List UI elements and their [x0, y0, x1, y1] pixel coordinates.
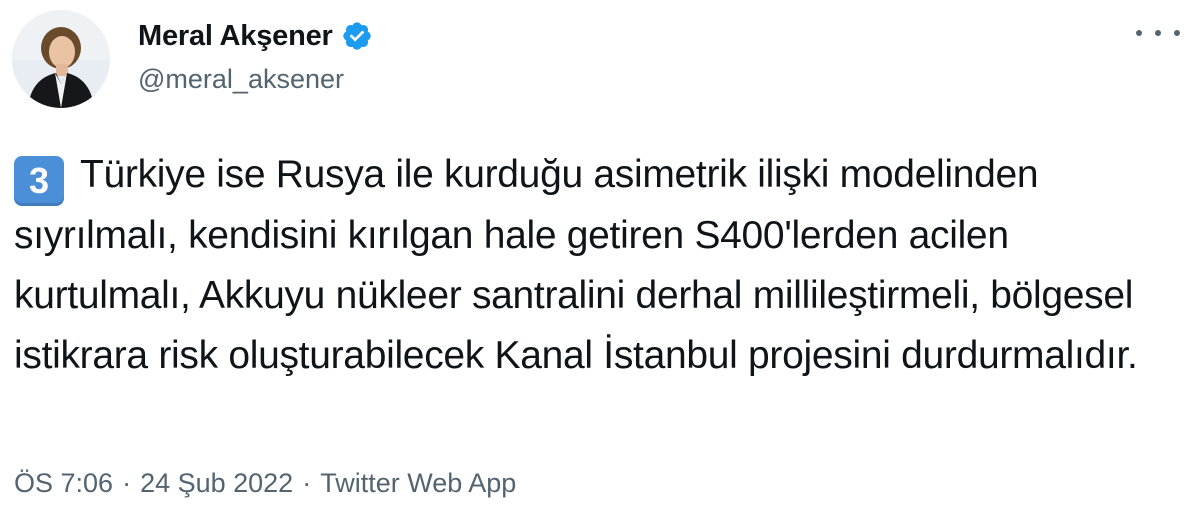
user-handle[interactable]: @meral_aksener: [138, 64, 373, 95]
tweet: Meral Akşener @meral_aksener 3 Türkiye is…: [0, 0, 1200, 527]
name-row: Meral Akşener: [138, 14, 373, 58]
verified-badge-icon: [341, 20, 373, 52]
tweet-text: 3 Türkiye ise Rusya ile kurduğu asimetrik…: [14, 145, 1184, 386]
more-options-button[interactable]: [1136, 20, 1180, 46]
tweet-source[interactable]: Twitter Web App: [320, 468, 516, 499]
tweet-body: Türkiye ise Rusya ile kurduğu asimetrik …: [14, 153, 1138, 377]
tweet-time[interactable]: ÖS 7:06: [14, 468, 113, 499]
author-block: Meral Akşener @meral_aksener: [138, 14, 373, 95]
more-horizontal-icon: [1136, 30, 1142, 36]
display-name[interactable]: Meral Akşener: [138, 20, 333, 53]
tweet-date[interactable]: 24 Şub 2022: [140, 468, 293, 499]
tweet-meta: ÖS 7:06 · 24 Şub 2022 · Twitter Web App: [14, 468, 516, 499]
more-dot: [1155, 30, 1161, 36]
keycap-digit-icon: 3: [14, 156, 64, 206]
meta-separator: ·: [302, 468, 312, 498]
profile-photo-icon: [12, 10, 110, 108]
more-dot: [1174, 30, 1180, 36]
meta-separator: ·: [122, 468, 132, 498]
avatar[interactable]: [12, 10, 110, 108]
